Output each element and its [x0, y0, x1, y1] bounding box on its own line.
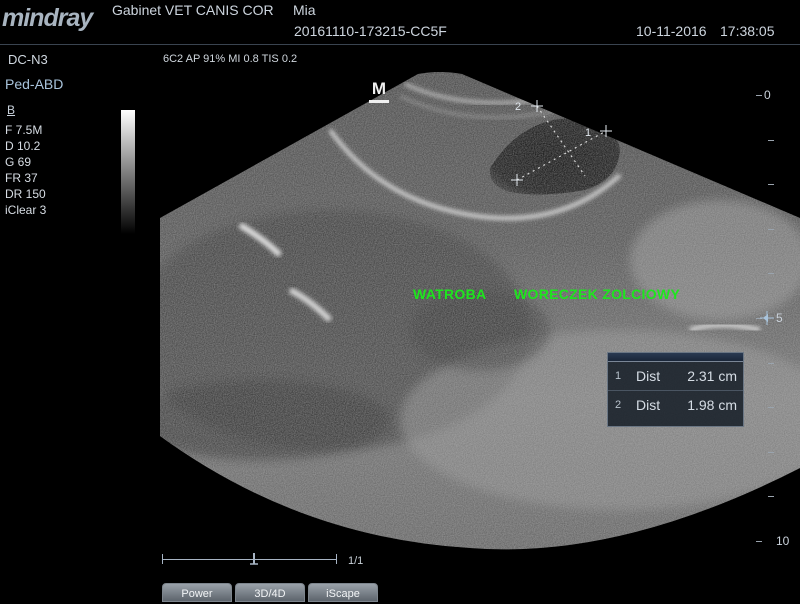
annotation-gallbladder[interactable]: WORECZEK ZOLCIOWY — [514, 286, 680, 302]
grayscale-bar — [121, 110, 135, 234]
depth-label-0: 0 — [764, 88, 771, 102]
param-frequency: F 7.5M — [5, 123, 43, 137]
param-gain: G 69 — [5, 155, 32, 169]
depth-label-10: 10 — [776, 534, 790, 548]
measurement-row: 1 Dist 2.31 cm — [608, 362, 743, 391]
imaging-mode: B — [7, 103, 16, 117]
patient-name: Mia — [293, 2, 316, 18]
cine-frame-count: 1/1 — [348, 555, 364, 567]
imaging-params: F 7.5M D 10.2 G 69 FR 37 DR 150 iClear 3 — [5, 122, 46, 218]
header-bar: mindray Gabinet VET CANIS COR Mia 201611… — [0, 0, 800, 45]
measurement-value: 2.31 cm — [687, 368, 737, 384]
caliper-label-2: 2 — [515, 101, 521, 113]
exam-date: 10-11-2016 — [636, 23, 707, 39]
cine-scrollbar[interactable] — [162, 553, 337, 567]
acoustic-output: 6C2 AP 91% MI 0.8 TIS 0.2 — [163, 53, 298, 65]
softkey-power[interactable]: Power — [162, 583, 232, 602]
measurement-results: 1 Dist 2.31 cm 2 Dist 1.98 cm — [607, 352, 744, 427]
measurement-row: 2 Dist 1.98 cm — [608, 391, 743, 419]
param-iclear: iClear 3 — [5, 203, 47, 217]
annotation-liver[interactable]: WATROBA — [413, 286, 486, 302]
caliper-label-1: 1 — [585, 127, 591, 139]
institution-name: Gabinet VET CANIS COR — [112, 2, 274, 18]
measurement-index: 1 — [615, 370, 622, 382]
softkey-iscape[interactable]: iScape — [308, 583, 378, 602]
orientation-marker: M — [369, 80, 389, 103]
depth-label-5: 5 — [776, 311, 783, 325]
exam-time: 17:38:05 — [720, 23, 775, 39]
param-frame-rate: FR 37 — [5, 171, 38, 185]
brand-logo: mindray — [2, 4, 93, 32]
measurement-value: 1.98 cm — [687, 397, 737, 413]
cine-thumb-icon[interactable] — [249, 553, 259, 565]
probe-name: DC-N3 — [8, 52, 48, 67]
measurement-name: Dist — [636, 397, 661, 413]
study-id: 20161110-173215-CC5F — [294, 23, 447, 39]
measurement-header — [608, 353, 743, 362]
exam-preset: Ped-ABD — [5, 76, 64, 92]
param-depth: D 10.2 — [5, 139, 41, 153]
softkey-3d4d[interactable]: 3D/4D — [235, 583, 305, 602]
param-dynamic-range: DR 150 — [5, 187, 46, 201]
focus-marker-icon[interactable] — [760, 311, 774, 325]
measurement-index: 2 — [615, 399, 622, 411]
measurement-name: Dist — [636, 368, 661, 384]
